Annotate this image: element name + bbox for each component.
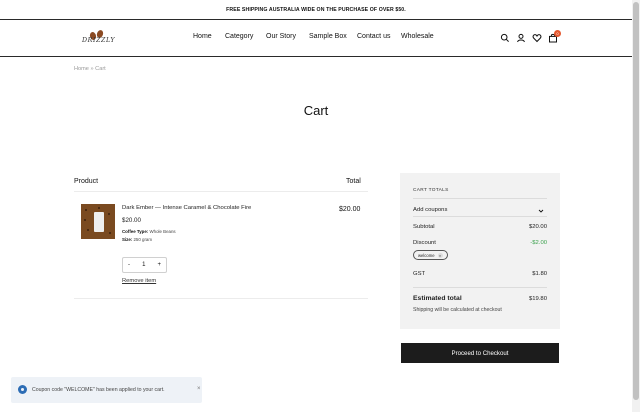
- breadcrumb: Home » Cart: [74, 66, 106, 72]
- coupon-applied-notice: Coupon code "WELCOME" has been applied t…: [11, 377, 202, 403]
- totals-divider: [413, 216, 547, 217]
- logo[interactable]: DRIZZLY: [82, 27, 118, 51]
- site-header: DRIZZLY Home Category Our Story Sample B…: [0, 19, 632, 57]
- coffee-type-label: Coffee Type:: [122, 229, 149, 234]
- shipping-note: Shipping will be calculated at checkout: [413, 307, 502, 313]
- nav-wholesale[interactable]: Wholesale: [401, 33, 434, 40]
- product-column-header: Product: [74, 178, 99, 185]
- gst-label: GST: [413, 271, 426, 277]
- page-scrollbar[interactable]: [632, 0, 640, 412]
- quantity-decrease-button[interactable]: -: [128, 262, 130, 268]
- product-coffee-type: Coffee Type: Whole Beans: [122, 229, 176, 234]
- remove-item-link[interactable]: Remove item: [122, 278, 156, 284]
- remove-coupon-icon[interactable]: ×: [437, 252, 443, 258]
- quantity-input[interactable]: 1: [142, 262, 145, 268]
- coffee-bag-image: [94, 212, 104, 232]
- size-value: 250 gram: [133, 237, 153, 242]
- promo-bar: FREE SHIPPING AUSTRALIA WIDE ON THE PURC…: [0, 0, 632, 19]
- totals-divider: [413, 287, 547, 288]
- wishlist-icon[interactable]: [532, 33, 542, 43]
- nav-sample-box[interactable]: Sample Box: [309, 33, 347, 40]
- total-column-header: Total: [346, 178, 361, 185]
- breadcrumb-home[interactable]: Home: [74, 66, 89, 72]
- info-icon: [18, 385, 27, 394]
- account-icon[interactable]: [516, 33, 526, 43]
- breadcrumb-separator: »: [90, 66, 94, 72]
- line-total: $20.00: [339, 206, 361, 213]
- discount-value: -$2.00: [530, 240, 547, 246]
- product-price: $20.00: [122, 217, 141, 224]
- product-thumbnail[interactable]: [81, 204, 115, 239]
- logo-text: DRIZZLY: [82, 37, 116, 44]
- coffee-type-value: Whole Beans: [149, 229, 176, 234]
- cart-totals-panel: CART TOTALS Add coupons Subtotal $20.00 …: [400, 173, 560, 329]
- gst-value: $1.80: [532, 271, 547, 277]
- coupon-code: welcome: [418, 252, 435, 258]
- nav-home[interactable]: Home: [193, 33, 212, 40]
- product-name[interactable]: Dark Ember — Intense Caramel & Chocolate…: [122, 205, 251, 211]
- nav-category[interactable]: Category: [225, 33, 253, 40]
- coupon-chip: welcome ×: [413, 250, 448, 260]
- cart-count-badge: 0: [554, 30, 561, 37]
- cart-items-divider: [74, 298, 368, 299]
- nav-contact[interactable]: Contact us: [357, 33, 390, 40]
- quantity-increase-button[interactable]: +: [157, 262, 161, 268]
- add-coupons-toggle[interactable]: Add coupons: [413, 207, 447, 213]
- page-title: Cart: [303, 103, 329, 118]
- chevron-down-icon[interactable]: [538, 208, 544, 214]
- estimated-total-value: $19.80: [528, 296, 547, 302]
- breadcrumb-current: Cart: [95, 66, 106, 72]
- notice-message: Coupon code "WELCOME" has been applied t…: [32, 387, 165, 393]
- scrollbar-thumb[interactable]: [633, 2, 639, 400]
- table-header-divider: [74, 191, 368, 192]
- nav-our-story[interactable]: Our Story: [266, 33, 296, 40]
- proceed-to-checkout-button[interactable]: Proceed to Checkout: [401, 343, 559, 363]
- totals-divider: [413, 198, 547, 199]
- cart-totals-title: CART TOTALS: [413, 188, 449, 193]
- close-notice-button[interactable]: ×: [197, 386, 201, 392]
- discount-label: Discount: [413, 240, 436, 246]
- estimated-total-label: Estimated total: [413, 295, 462, 302]
- subtotal-label: Subtotal: [413, 224, 435, 230]
- quantity-stepper: - 1 +: [122, 257, 167, 273]
- product-size: Size: 250 gram: [122, 237, 152, 242]
- subtotal-value: $20.00: [528, 224, 547, 230]
- size-label: Size:: [122, 237, 133, 242]
- search-icon[interactable]: [500, 33, 510, 43]
- promo-text: FREE SHIPPING AUSTRALIA WIDE ON THE PURC…: [226, 6, 406, 13]
